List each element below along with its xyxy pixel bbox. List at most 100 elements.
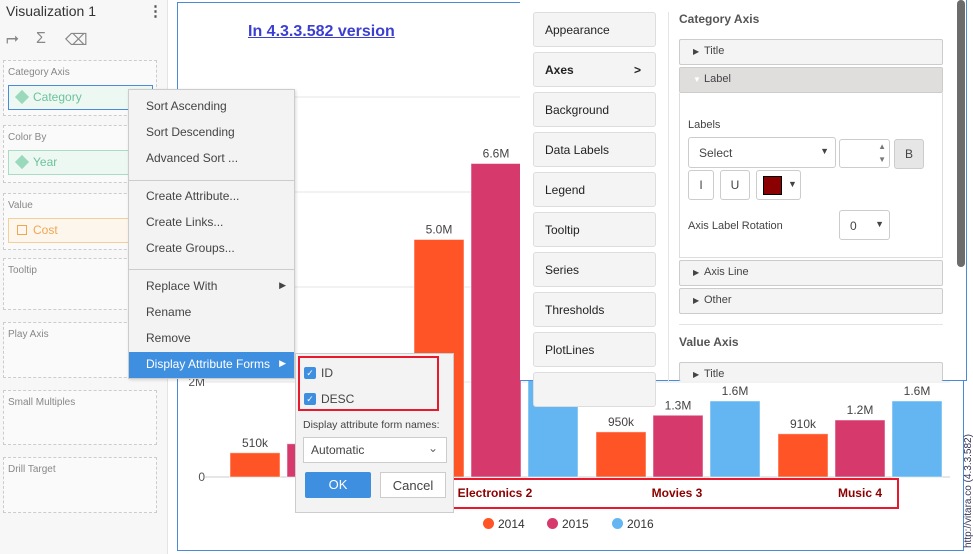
stepper-down-icon[interactable]: ▼ [878, 155, 886, 164]
menu-label: Replace With [146, 279, 218, 293]
nav-label: PlotLines [545, 343, 595, 357]
format-settings-panel: Appearance Axes > Background Data Labels Lege… [520, 0, 967, 407]
highlight-box-forms [298, 356, 439, 411]
bar-2015-electronics-2 [470, 163, 522, 478]
nav-axes[interactable]: Axes > [533, 52, 656, 87]
menu-remove[interactable]: Remove [129, 326, 294, 352]
accordion-axis-line[interactable]: ▶ Axis Line [679, 260, 943, 286]
checkbox-label: DESC [321, 392, 355, 406]
data-label: 910k [790, 417, 817, 431]
menu-replace-with[interactable]: Replace With ▶ [129, 274, 294, 300]
label-section-body [679, 93, 943, 258]
accordion-other[interactable]: ▶ Other [679, 288, 943, 314]
accordion-value-title[interactable]: ▶ Title [679, 362, 943, 381]
data-label: 1.3M [665, 398, 692, 412]
menu-sort-ascending[interactable]: Sort Ascending [129, 94, 294, 120]
y-tick-label: 0 [198, 470, 205, 484]
checkbox-label: ID [321, 366, 333, 380]
form-names-select[interactable]: Automatic ⌄ [303, 437, 447, 463]
italic-button[interactable]: I [688, 170, 714, 200]
checkbox-desc[interactable]: ✓ [304, 393, 316, 405]
stepper-up-icon[interactable]: ▲ [878, 142, 886, 151]
bar-2014-movies-3 [595, 431, 647, 478]
cancel-button[interactable]: Cancel [380, 472, 446, 498]
legend-label: 2016 [627, 517, 654, 531]
underline-button[interactable]: U [720, 170, 750, 200]
bold-button[interactable]: B [894, 139, 924, 169]
divider [668, 12, 669, 382]
value-axis-heading: Value Axis [679, 335, 739, 349]
menu-advanced-sort[interactable]: Advanced Sort ... [129, 146, 294, 172]
font-select[interactable]: Select ▼ [688, 137, 836, 168]
nav-legend[interactable]: Legend [533, 172, 656, 207]
bar-2016-movies-3 [709, 400, 761, 478]
bar-2014-books-1 [229, 452, 281, 478]
nav-label: Legend [545, 183, 586, 197]
bar-2015-movies-3 [652, 414, 704, 478]
divider [679, 324, 943, 325]
bar-2016-music-4 [891, 400, 943, 478]
legend-item-2015[interactable]: 2015 [547, 517, 589, 531]
watermark-link[interactable]: http://vitara.co (4.3.3.582) [963, 434, 973, 548]
nav-plotlines[interactable]: PlotLines [533, 332, 656, 367]
nav-thresholds[interactable]: Thresholds [533, 292, 656, 327]
nav-background[interactable]: Background [533, 92, 656, 127]
checkbox-id[interactable]: ✓ [304, 367, 316, 379]
nav-tooltip[interactable]: Tooltip [533, 212, 656, 247]
legend-marker [547, 518, 558, 529]
legend-item-2016[interactable]: 2016 [612, 517, 654, 531]
menu-create-attribute[interactable]: Create Attribute... [129, 184, 294, 210]
accordion-label: Other [704, 294, 732, 306]
nav-data-labels[interactable]: Data Labels [533, 132, 656, 167]
nav-label: Appearance [545, 23, 610, 37]
legend-marker [483, 518, 494, 529]
version-annotation: In 4.3.3.582 version [248, 23, 395, 40]
nav-label: Tooltip [545, 223, 580, 237]
data-label: 5.0M [426, 223, 453, 237]
accordion-label-section[interactable]: ▼ Label [679, 67, 943, 93]
rotation-value: 0 [850, 219, 857, 233]
font-select-value: Select [699, 146, 733, 160]
color-swatch [763, 176, 782, 195]
highlight-box-labels [448, 478, 899, 509]
data-label: 1.6M [904, 384, 931, 398]
panel-scrollbar[interactable] [957, 0, 965, 267]
select-value: Automatic [311, 443, 365, 457]
legend-label: 2014 [498, 517, 525, 531]
nav-label: Series [545, 263, 580, 277]
menu-sort-descending[interactable]: Sort Descending [129, 120, 294, 146]
caret-down-icon: ▼ [693, 75, 701, 84]
legend-marker [612, 518, 623, 529]
data-label: 950k [608, 415, 635, 429]
dropdown-arrow-icon: ▼ [875, 219, 884, 229]
nav-label: Axes [545, 63, 574, 77]
caret-right-icon: ▶ [693, 47, 700, 56]
label-color-picker[interactable]: ▼ [756, 170, 801, 200]
menu-rename[interactable]: Rename [129, 300, 294, 326]
attribute-forms-submenu: ✓ ID ✓ DESC Display attribute form names… [295, 353, 454, 513]
menu-display-attribute-forms[interactable]: Display Attribute Forms ▶ [129, 352, 294, 378]
rotation-select[interactable]: 0 ▼ [839, 210, 890, 240]
menu-create-groups[interactable]: Create Groups... [129, 236, 294, 262]
menu-label: Display Attribute Forms [146, 357, 271, 371]
context-menu: Sort Ascending Sort Descending Advanced … [128, 89, 295, 379]
accordion-label: Title [704, 45, 725, 57]
menu-create-links[interactable]: Create Links... [129, 210, 294, 236]
rotation-label: Axis Label Rotation [688, 220, 783, 232]
caret-right-icon: ▶ [693, 370, 700, 379]
bar-2015-music-4 [834, 419, 886, 478]
chevron-down-icon: ⌄ [427, 441, 438, 455]
nav-more[interactable] [533, 372, 656, 407]
menu-separator [129, 269, 294, 270]
ok-button[interactable]: OK [305, 472, 371, 498]
data-label: 1.6M [722, 384, 749, 398]
nav-series[interactable]: Series [533, 252, 656, 287]
legend-item-2014[interactable]: 2014 [483, 517, 525, 531]
nav-label: Data Labels [545, 143, 610, 157]
caret-right-icon: ▶ [693, 268, 700, 277]
accordion-title[interactable]: ▶ Title [679, 39, 943, 65]
font-size-stepper[interactable]: ▲ ▼ [839, 139, 890, 168]
bar-2014-music-4 [777, 433, 829, 478]
accordion-label: Title [704, 368, 725, 380]
nav-appearance[interactable]: Appearance [533, 12, 656, 47]
